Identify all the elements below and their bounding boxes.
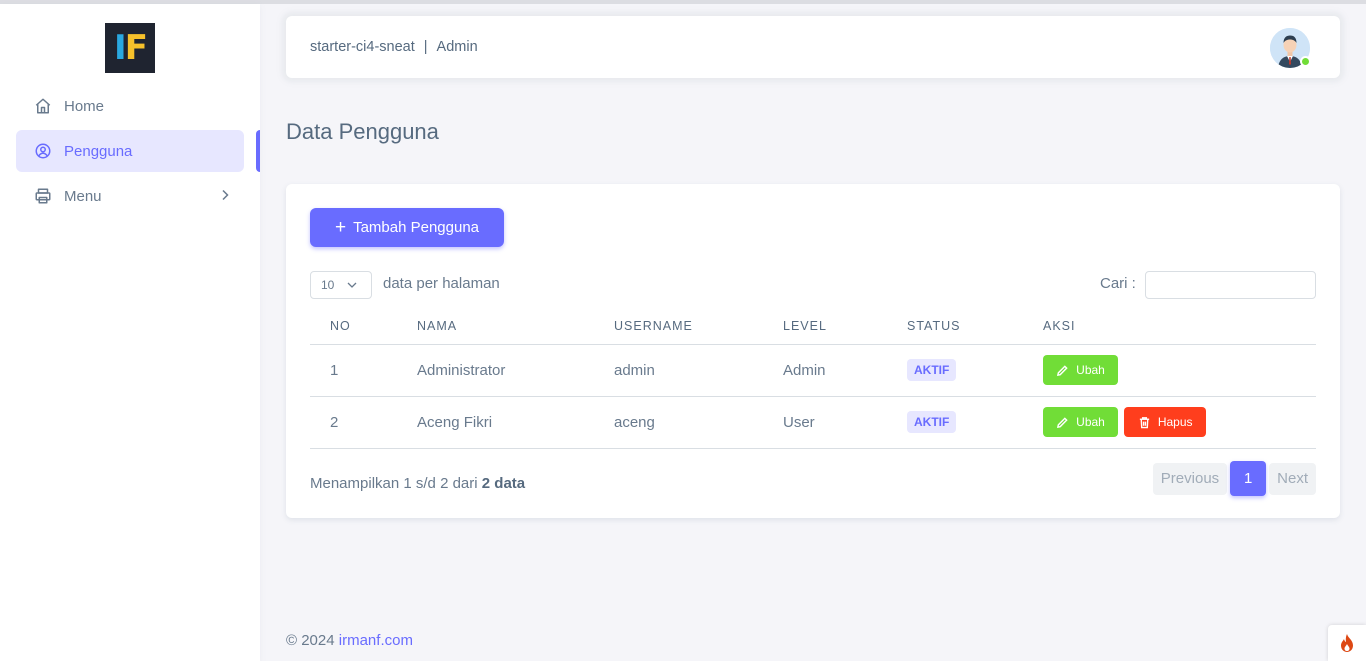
trash-icon [1139,416,1149,428]
pagination: Previous 1 Next [1152,461,1316,496]
next-page-button[interactable]: Next [1269,462,1316,495]
cell-nama: Aceng Fikri [397,396,594,449]
cell-no: 2 [310,396,397,449]
home-icon [35,98,51,114]
status-badge: AKTIF [907,359,957,381]
separator: | [423,39,428,55]
sidebar: IF Home Pengguna Menu [0,4,260,661]
page-1-button[interactable]: 1 [1230,461,1267,496]
app-logo[interactable]: IF [105,23,155,73]
cell-username: aceng [594,396,763,449]
footer: © 2024 irmanf.com [286,632,413,649]
column-header-username[interactable]: USERNAME [594,308,763,345]
edit-button[interactable]: Ubah [1043,355,1118,385]
chevron-down-icon [347,282,357,288]
per-page-label: data per halaman [383,275,500,292]
page-title: Data Pengguna [286,119,439,144]
pencil-icon [1057,364,1068,376]
users-card: + Tambah Pengguna 10 data per halaman Ca… [286,184,1340,518]
table-row: 2 Aceng Fikri aceng User AKTIF Ubah Hapu… [310,396,1316,449]
cell-username: admin [594,344,763,397]
chevron-right-icon [222,189,229,201]
footer-link[interactable]: irmanf.com [339,632,413,649]
active-indicator [256,130,260,172]
sidebar-item-label: Pengguna [64,142,133,160]
sidebar-item-label: Home [64,97,105,115]
status-badge: AKTIF [907,411,957,433]
edit-label: Ubah [1076,415,1105,429]
top-navbar: starter-ci4-sneat | Admin [286,16,1340,78]
flame-icon [1341,634,1353,652]
debug-toolbar-toggle[interactable] [1328,625,1366,661]
previous-page-button[interactable]: Previous [1152,462,1228,495]
add-user-button[interactable]: + Tambah Pengguna [310,208,504,247]
search-label: Cari : [1100,275,1136,292]
cell-status: AKTIF [887,344,1023,397]
column-header-no[interactable]: NO [310,308,397,345]
per-page-select[interactable]: 10 [310,271,372,299]
delete-label: Hapus [1157,415,1193,429]
sidebar-item-home[interactable]: Home [16,85,244,127]
cell-level: User [763,396,887,449]
add-user-label: Tambah Pengguna [353,219,480,236]
sidebar-item-label: Menu [64,187,102,205]
online-status-indicator [1300,56,1311,67]
edit-button[interactable]: Ubah [1043,407,1118,437]
printer-icon [35,188,51,204]
per-page-value: 10 [321,278,335,292]
plus-icon: + [334,217,347,238]
column-header-status[interactable]: STATUS [887,308,1023,345]
column-header-aksi: AKSI [1023,308,1316,345]
summary-total: 2 data [481,475,526,492]
edit-label: Ubah [1076,363,1105,377]
user-role: Admin [436,39,478,55]
table-row: 1 Administrator admin Admin AKTIF Ubah [310,344,1316,397]
delete-button[interactable]: Hapus [1124,407,1207,437]
table-header-row: NO NAMA USERNAME LEVEL STATUS AKSI [310,308,1316,345]
column-header-nama[interactable]: NAMA [397,308,594,345]
pencil-icon [1057,416,1068,428]
table-summary: Menampilkan 1 s/d 2 dari 2 data [310,475,526,492]
users-table: NO NAMA USERNAME LEVEL STATUS AKSI 1 Adm… [310,308,1316,449]
app-name: starter-ci4-sneat [310,39,415,55]
sidebar-item-menu[interactable]: Menu [16,175,244,217]
cell-status: AKTIF [887,396,1023,449]
cell-actions: Ubah Hapus [1023,396,1316,449]
search-input[interactable] [1145,271,1316,299]
cell-no: 1 [310,344,397,397]
user-circle-icon [35,143,51,159]
sidebar-item-pengguna[interactable]: Pengguna [16,130,244,172]
cell-nama: Administrator [397,344,594,397]
copyright-text: © 2024 [286,632,335,649]
cell-level: Admin [763,344,887,397]
column-header-level[interactable]: LEVEL [763,308,887,345]
cell-actions: Ubah [1023,344,1316,397]
